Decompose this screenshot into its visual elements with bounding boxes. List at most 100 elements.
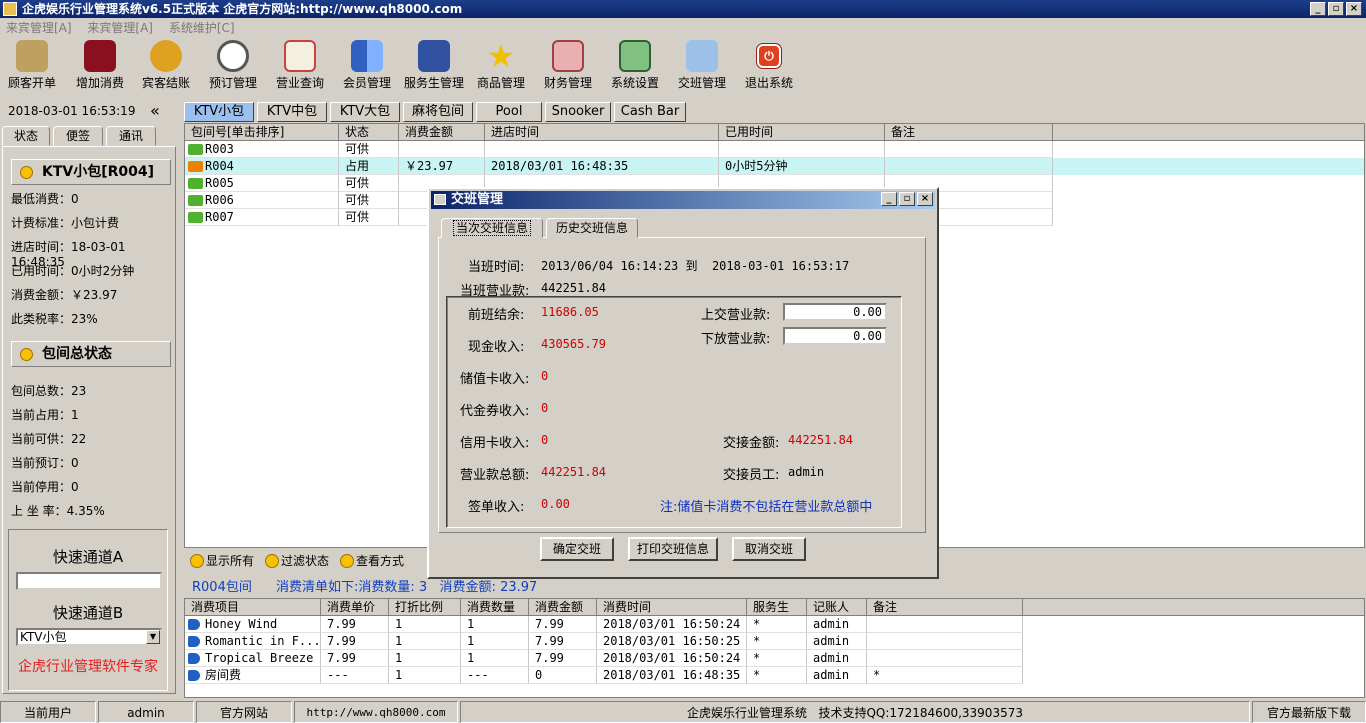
- menu-item-system[interactable]: 系统维护[C]: [169, 21, 235, 35]
- col-time[interactable]: 消费时间: [597, 599, 747, 616]
- people-icon: [418, 40, 450, 72]
- tab-status[interactable]: 状态: [2, 126, 50, 146]
- room-cell-amount: ￥23.97: [399, 158, 485, 175]
- room-cell-status: 可供: [339, 209, 399, 226]
- col-room-id[interactable]: 包间号[单击排序]: [185, 124, 339, 141]
- minimize-button[interactable]: _: [1310, 2, 1326, 16]
- consume-row[interactable]: 房间费 --- 1 --- 0 2018/03/01 16:48:35 * admin *: [185, 667, 1364, 684]
- consume-cell: Romantic in F...: [185, 633, 321, 650]
- status-download[interactable]: 官方最新版下载: [1252, 701, 1366, 723]
- col-total[interactable]: 消费金额: [529, 599, 597, 616]
- consume-row[interactable]: Romantic in F... 7.99 1 1 7.99 2018/03/01 16:…: [185, 633, 1364, 650]
- toolbar-booking-button[interactable]: 预订管理: [201, 40, 265, 90]
- col-price[interactable]: 消费单价: [321, 599, 389, 616]
- chevron-down-icon[interactable]: ▼: [146, 630, 160, 644]
- tab-snooker[interactable]: Snooker: [545, 102, 611, 122]
- toolbar-checkout-button[interactable]: 宾客结账: [134, 40, 198, 90]
- col-amount[interactable]: 消费金额: [399, 124, 485, 141]
- col-filler: [1053, 124, 1364, 141]
- hand-in-input[interactable]: 0.00: [783, 303, 887, 321]
- tab-ktv-large[interactable]: KTV大包: [330, 102, 400, 122]
- maximize-button[interactable]: ▫: [1328, 2, 1344, 16]
- room-status-icon: [188, 161, 203, 172]
- consume-cell: 1: [389, 667, 461, 684]
- toolbar-goods-button[interactable]: ★ 商品管理: [469, 40, 533, 90]
- consume-cell: 0: [529, 667, 597, 684]
- col-recorder[interactable]: 记账人: [807, 599, 867, 616]
- room-status-icon: [188, 144, 203, 155]
- col-remark[interactable]: 备注: [867, 599, 1023, 616]
- consume-cell: *: [747, 667, 807, 684]
- tab-history-shift[interactable]: 历史交班信息: [546, 218, 638, 238]
- tab-pool[interactable]: Pool: [476, 102, 542, 122]
- tab-ktv-small[interactable]: KTV小包: [184, 102, 254, 122]
- dialog-maximize-button[interactable]: ▫: [899, 192, 915, 206]
- radio-icon: [340, 554, 354, 568]
- toolbar-finance-button[interactable]: 财务管理: [536, 40, 600, 90]
- summary-available: 当前可供：22: [11, 432, 87, 446]
- toolbar-settings-button[interactable]: 系统设置: [603, 40, 667, 90]
- handover-amount-value: 442251.84: [788, 433, 854, 447]
- view-mode-button[interactable]: 查看方式: [338, 552, 404, 570]
- tab-cash-bar[interactable]: Cash Bar: [614, 102, 686, 122]
- toolbar-add-consume-button[interactable]: 增加消费: [68, 40, 132, 90]
- print-handover-button[interactable]: 打印交班信息: [628, 537, 718, 561]
- col-waiter[interactable]: 服务生: [747, 599, 807, 616]
- wine-icon: [84, 40, 116, 72]
- voucher-label: 代金券收入:: [460, 404, 530, 419]
- speaker-icon: [188, 636, 200, 647]
- tab-current-shift[interactable]: 当次交班信息: [441, 218, 543, 238]
- confirm-handover-button[interactable]: 确定交班: [540, 537, 614, 561]
- room-row[interactable]: R003 可供: [185, 141, 1364, 158]
- status-site[interactable]: http://www.qh8000.com: [294, 701, 458, 723]
- dialog-close-button[interactable]: ×: [917, 192, 933, 206]
- dialog-minimize-button[interactable]: _: [881, 192, 897, 206]
- tab-comm[interactable]: 通讯: [106, 126, 156, 146]
- tab-mahjong[interactable]: 麻将包间: [403, 102, 473, 122]
- col-discount[interactable]: 打折比例: [389, 599, 461, 616]
- sign-value: 0.00: [541, 497, 570, 511]
- toolbar-handover-button[interactable]: 交班管理: [670, 40, 734, 90]
- toolbar-open-order-button[interactable]: 顾客开单: [0, 40, 64, 90]
- room-row[interactable]: R004 占用 ￥23.97 2018/03/01 16:48:35 0小时5分钟: [185, 158, 1364, 175]
- summary-reserved: 当前预订：0: [11, 456, 79, 470]
- toolbar-member-button[interactable]: 会员管理: [335, 40, 399, 90]
- consume-row[interactable]: Tropical Breeze 7.99 1 1 7.99 2018/03/01 16:5…: [185, 650, 1364, 667]
- quick-b-select[interactable]: KTV小包 ▼: [16, 628, 162, 646]
- show-all-button[interactable]: 显示所有: [188, 552, 254, 570]
- toolbar-waiter-button[interactable]: 服务生管理: [402, 40, 466, 90]
- quick-b-label: 快速通道B: [52, 604, 124, 622]
- hand-down-input[interactable]: 0.00: [783, 327, 887, 345]
- tab-ktv-medium[interactable]: KTV中包: [257, 102, 327, 122]
- close-button[interactable]: ×: [1346, 2, 1362, 16]
- col-status[interactable]: 状态: [339, 124, 399, 141]
- room-cell-status: 可供: [339, 141, 399, 158]
- summary-total: 包间总数：23: [11, 384, 87, 398]
- toolbar-label: 交班管理: [677, 76, 726, 90]
- menu-item-guest-2[interactable]: 来宾管理[A]: [87, 21, 153, 35]
- col-note[interactable]: 备注: [885, 124, 1053, 141]
- col-used[interactable]: 已用时间: [719, 124, 885, 141]
- col-item[interactable]: 消费项目: [185, 599, 321, 616]
- room-cell-used: 0小时5分钟: [719, 158, 885, 175]
- menu-bar: 来宾管理[A] 来宾管理[A] 系统维护[C]: [0, 18, 1366, 38]
- consume-row[interactable]: Honey Wind 7.99 1 1 7.99 2018/03/01 16:50:24 *…: [185, 616, 1364, 633]
- collapse-icon[interactable]: «: [150, 101, 160, 120]
- handover-staff-value: admin: [788, 465, 825, 479]
- toolbar-query-button[interactable]: 营业查询: [268, 40, 332, 90]
- cancel-handover-button[interactable]: 取消交班: [732, 537, 806, 561]
- toolbar-label: 预订管理: [208, 76, 257, 90]
- toolbar-label: 退出系统: [744, 76, 793, 90]
- toolbar-exit-button[interactable]: ⏻ 退出系统: [737, 40, 801, 90]
- tab-notes[interactable]: 便签: [53, 126, 103, 146]
- col-checkin[interactable]: 进店时间: [485, 124, 719, 141]
- consume-cell: 2018/03/01 16:50:24: [597, 650, 747, 667]
- filter-status-button[interactable]: 过滤状态: [263, 552, 329, 570]
- star-icon: ★: [486, 37, 516, 75]
- view-mode-label: 查看方式: [356, 554, 405, 568]
- quick-a-input[interactable]: [16, 572, 162, 590]
- col-qty[interactable]: 消费数量: [461, 599, 529, 616]
- menu-item-guest[interactable]: 来宾管理[A]: [6, 21, 72, 35]
- info-amount: 消费金额：￥23.97: [11, 288, 118, 302]
- status-system: 企虎娱乐行业管理系统 技术支持QQ:172184600,33903573: [460, 701, 1250, 723]
